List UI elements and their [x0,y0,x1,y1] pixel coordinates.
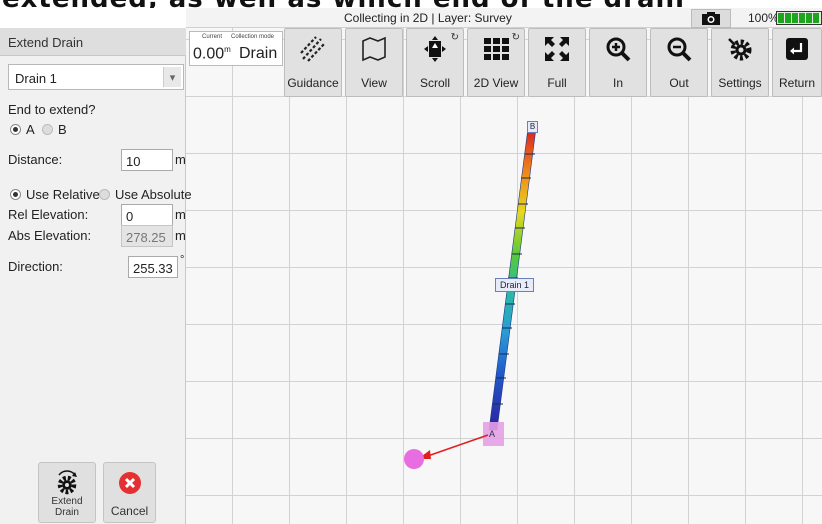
zoom-in-label: In [612,76,623,90]
drain-label: Drain 1 [495,278,534,292]
panel-header: Extend Drain [0,28,186,56]
direction-input[interactable]: 255.33 [128,256,178,278]
distance-label: Distance: [8,152,63,167]
refresh-icon: ↻ [511,32,520,43]
rel-elevation-label: Rel Elevation: [8,207,89,222]
2d-view-button[interactable]: ↻ 2D View [467,28,525,97]
settings-label: Settings [718,76,762,90]
full-extent-icon [545,37,569,61]
battery-percent: 100% [748,11,779,25]
drain-select[interactable]: Drain 1 ▾ [8,64,184,90]
rel-elevation-input[interactable]: 0 [121,204,173,226]
end-a-label: A [26,122,35,137]
caption-strip: extended, as well as which end of the dr… [0,0,822,8]
direction-label: Direction: [8,259,63,274]
end-b-radio[interactable] [42,124,53,135]
zoom-out-label: Out [669,76,689,90]
chevron-down-icon: ▾ [163,67,181,87]
collection-info: Current Collection mode 0.00m Drain [189,31,283,66]
use-relative-radio[interactable] [10,189,21,200]
abs-elevation-label: Abs Elevation: [8,228,92,243]
zoom-in-icon [606,37,631,62]
map-canvas[interactable]: B Drain 1 A [186,28,822,524]
use-absolute-radio[interactable] [99,189,110,200]
camera-icon [702,12,720,25]
guidance-icon [300,36,326,62]
target-point [404,449,424,469]
scroll-button[interactable]: ↻ Scroll [406,28,464,97]
settings-button[interactable]: Settings [711,28,769,97]
panel-title: Extend Drain [8,35,84,50]
extend-drain-button[interactable]: Extend Drain [38,462,96,523]
view-button[interactable]: View [345,28,403,97]
use-relative-label: Use Relative [26,187,100,202]
battery-icon [776,11,822,25]
scroll-label: Scroll [419,76,450,90]
current-value: 0.00m [193,45,231,63]
cancel-button[interactable]: Cancel [103,462,156,523]
view-label: View [361,76,387,90]
current-label: Current [202,34,223,40]
scroll-icon [424,36,446,62]
extend-drain-panel: Extend Drain Drain 1 ▾ End to extend? A … [0,28,192,524]
end-a-label: A [489,429,496,439]
return-icon [786,38,808,60]
zoom-in-button[interactable]: In [589,28,647,97]
rel-elevation-unit: m [175,207,186,222]
cancel-label: Cancel [110,504,149,518]
direction-unit: ° [180,254,185,266]
extension-arrow [421,434,489,459]
caption-text: extended, as well as which end of the dr… [2,0,685,8]
camera-button[interactable] [691,9,731,28]
end-question: End to extend? [8,102,96,117]
abs-elevation-unit: m [175,228,186,243]
map-view-icon [362,36,386,62]
abs-elevation-input: 278.25 [121,225,173,247]
guidance-label: Guidance [287,76,339,90]
guidance-button[interactable]: Guidance [284,28,342,97]
window-title: Collecting in 2D | Layer: Survey [344,11,512,25]
return-button[interactable]: Return [772,28,822,97]
map-drawing [404,127,537,469]
mode-value: Drain [239,45,278,62]
full-label: Full [547,76,567,90]
refresh-icon: ↻ [450,32,459,43]
use-absolute-label: Use Absolute [115,187,192,202]
distance-input[interactable]: 10 [121,149,173,171]
end-a-radio[interactable] [10,124,21,135]
full-button[interactable]: Full [528,28,586,97]
settings-gear-icon [57,470,77,495]
zoom-out-icon [667,37,692,62]
end-b-label: B [527,121,538,133]
settings-icon [728,38,752,61]
grid-view-icon [484,38,509,60]
battery-level [778,13,820,23]
cancel-icon [118,472,141,494]
2d-view-label: 2D View [473,76,519,90]
distance-unit: m [175,152,186,167]
extend-drain-label: Extend Drain [51,496,83,518]
mode-label: Collection mode [231,34,275,40]
zoom-out-button[interactable]: Out [650,28,708,97]
title-bar: Collecting in 2D | Layer: Survey 100% [186,8,822,28]
drain-select-value: Drain 1 [15,71,57,86]
return-label: Return [778,76,816,90]
end-b-label: B [58,122,67,137]
